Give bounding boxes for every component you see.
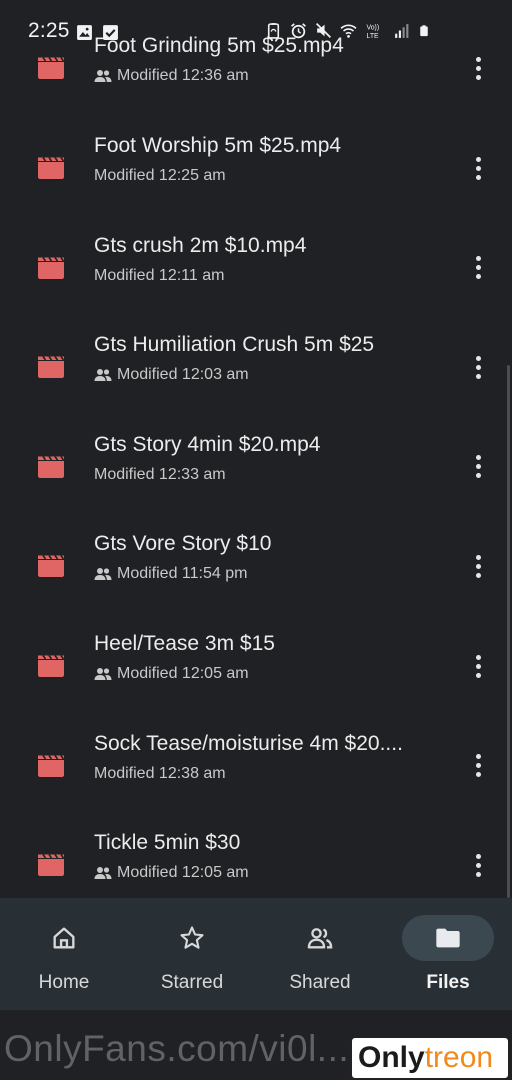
file-row[interactable]: Heel/Tease 3m $15 Modified 12:05 am xyxy=(0,632,512,731)
more-options-icon[interactable] xyxy=(464,849,492,881)
more-options-icon[interactable] xyxy=(464,252,492,284)
bottom-navigation: Home Starred Shared Files xyxy=(0,898,512,1010)
file-modified-text: Modified 12:05 am xyxy=(117,665,249,682)
file-row[interactable]: Sock Tease/moisturise 4m $20.... Modified… xyxy=(0,732,512,831)
file-name: Gts crush 2m $10.mp4 xyxy=(94,233,307,257)
nav-files[interactable]: Files xyxy=(384,898,512,1010)
watermark-logo-part1: Only xyxy=(358,1041,425,1074)
people-icon xyxy=(307,928,333,949)
status-bar: 2:25 Vo)) LTE xyxy=(0,0,512,60)
file-name: Foot Worship 5m $25.mp4 xyxy=(94,134,342,157)
folder-icon xyxy=(436,928,460,948)
watermark-text: OnlyFans.com/vi0l... xyxy=(4,1028,350,1069)
file-modified: Modified 12:33 am xyxy=(94,466,226,484)
svg-text:Vo)): Vo)) xyxy=(367,24,380,31)
file-modified-text: Modified 12:11 am xyxy=(94,266,225,284)
video-file-icon xyxy=(38,754,65,777)
file-name: Gts Humiliation Crush 5m $25 xyxy=(94,333,375,357)
star-icon xyxy=(180,926,204,949)
file-row[interactable]: Gts Story 4min $20.mp4 Modified 12:33 am xyxy=(0,433,512,532)
file-row[interactable]: Gts crush 2m $10.mp4 Modified 12:11 am xyxy=(0,234,512,333)
file-modified: Modified 12:36 am xyxy=(94,67,249,85)
more-options-icon[interactable] xyxy=(464,750,492,782)
video-file-icon xyxy=(38,854,65,877)
svg-text:LTE: LTE xyxy=(367,33,380,39)
file-row[interactable]: Tickle 5min $30 Modified 12:05 am xyxy=(0,831,512,898)
shared-people-icon xyxy=(94,70,112,83)
file-name: Heel/Tease 3m $15 xyxy=(94,632,275,655)
nav-shared-label: Shared xyxy=(289,972,351,993)
more-options-icon[interactable] xyxy=(464,152,492,184)
file-modified-text: Modified 12:05 am xyxy=(117,864,249,882)
battery-icon xyxy=(420,25,428,37)
file-modified: Modified 12:05 am xyxy=(94,665,249,683)
shared-people-icon xyxy=(94,867,112,880)
nav-starred[interactable]: Starred xyxy=(128,898,256,1010)
video-file-icon xyxy=(38,157,65,179)
file-row[interactable]: Foot Worship 5m $25.mp4 Modified 12:25 am xyxy=(0,134,512,233)
file-name: Tickle 5min $30 xyxy=(94,831,241,855)
file-modified-text: Modified 11:54 pm xyxy=(117,565,248,583)
alarm-icon xyxy=(291,23,306,39)
file-modified: Modified 12:03 am xyxy=(94,366,249,384)
file-name: Sock Tease/moisturise 4m $20.... xyxy=(94,731,403,755)
nav-shared[interactable]: Shared xyxy=(256,898,384,1010)
more-options-icon[interactable] xyxy=(464,451,492,483)
status-time: 2:25 xyxy=(28,19,70,42)
file-row[interactable]: Gts Vore Story $10 Modified 11:54 pm xyxy=(0,532,512,631)
shared-people-icon xyxy=(94,369,112,382)
file-modified-text: Modified 12:25 am xyxy=(94,167,226,184)
more-options-icon[interactable] xyxy=(464,550,492,582)
watermark-logo-part2: treon xyxy=(424,1041,494,1074)
file-modified: Modified 12:38 am xyxy=(94,765,226,783)
video-file-icon xyxy=(38,555,65,578)
file-name: Gts Vore Story $10 xyxy=(94,532,272,556)
checkbox-notification-icon xyxy=(103,25,118,40)
nav-home[interactable]: Home xyxy=(0,898,128,1010)
home-icon xyxy=(53,927,75,949)
more-options-icon[interactable] xyxy=(464,650,492,682)
file-modified-text: Modified 12:38 am xyxy=(94,764,226,782)
wifi-icon xyxy=(340,24,357,38)
file-modified: Modified 12:25 am xyxy=(94,167,226,185)
video-file-icon xyxy=(38,356,65,379)
data-saver-icon xyxy=(267,23,280,39)
nav-files-label: Files xyxy=(426,972,470,993)
more-options-icon[interactable] xyxy=(464,351,492,383)
image-notification-icon xyxy=(77,25,92,40)
file-modified: Modified 12:11 am xyxy=(94,267,224,285)
file-modified-text: Modified 12:36 am xyxy=(117,67,249,85)
file-modified-text: Modified 12:33 am xyxy=(94,465,226,483)
volte-icon: Vo)) LTE xyxy=(367,24,380,39)
shared-people-icon xyxy=(94,568,112,581)
scrollbar[interactable] xyxy=(507,365,510,898)
file-modified: Modified 12:05 am xyxy=(94,864,249,882)
file-modified: Modified 11:54 pm xyxy=(94,565,247,583)
signal-icon xyxy=(395,24,409,38)
file-list: Foot Grinding 5m $25.mp4 Modified 12:36 a… xyxy=(0,0,512,898)
video-file-icon xyxy=(38,655,65,677)
file-modified-text: Modified 12:03 am xyxy=(117,366,249,384)
file-row[interactable]: Gts Humiliation Crush 5m $25 Modified 12:… xyxy=(0,333,512,432)
mute-icon xyxy=(315,22,332,39)
nav-starred-label: Starred xyxy=(160,972,224,993)
nav-home-label: Home xyxy=(38,972,90,993)
watermark-logo: Only treon xyxy=(350,1036,510,1080)
video-file-icon xyxy=(38,256,65,279)
file-name: Gts Story 4min $20.mp4 xyxy=(94,432,321,456)
shared-people-icon xyxy=(94,668,112,680)
video-file-icon xyxy=(38,455,65,478)
